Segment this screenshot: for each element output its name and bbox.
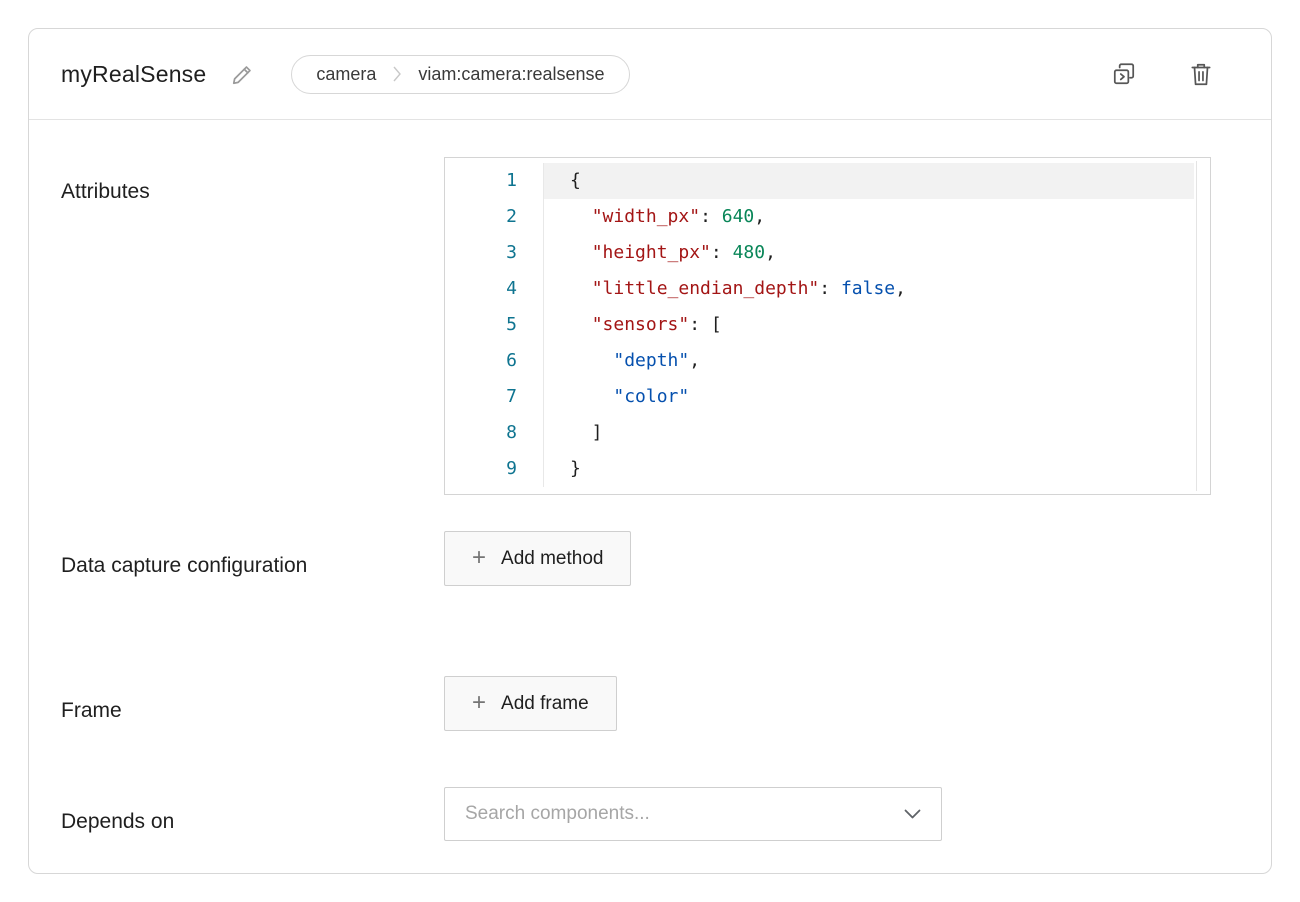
data-capture-label: Data capture configuration [61,531,444,586]
code-token [570,278,592,299]
delete-button[interactable] [1185,57,1217,91]
code-token: : [700,206,722,227]
code-token: "little_endian_depth" [592,278,820,299]
code-line[interactable]: 4 "little_endian_depth": false, [445,271,1210,307]
code-token: "sensors" [592,314,690,335]
duplicate-button[interactable] [1107,57,1141,91]
attributes-content: 1{2 "width_px": 640,3 "height_px": 480,4… [444,157,1237,495]
line-number: 8 [445,415,544,451]
code-token: 640 [722,206,755,227]
code-line-content: "depth", [544,343,1194,379]
data-capture-row: Data capture configuration + Add method [61,531,1237,586]
card-body: Attributes 1{2 "width_px": 640,3 "height… [29,120,1271,842]
chevron-down-icon [904,809,921,820]
breadcrumb-model: viam:camera:realsense [418,64,604,85]
code-line-content: "little_endian_depth": false, [544,271,1194,307]
code-token: , [689,350,700,371]
code-line[interactable]: 8 ] [445,415,1210,451]
line-number: 1 [445,163,544,199]
code-token [570,314,592,335]
frame-label: Frame [61,676,444,731]
add-frame-label: Add frame [501,693,589,715]
code-token: 480 [733,242,766,263]
code-token: { [570,170,581,191]
code-line[interactable]: 9} [445,451,1210,487]
code-line-content: "color" [544,379,1194,415]
code-token: "width_px" [592,206,700,227]
code-line[interactable]: 3 "height_px": 480, [445,235,1210,271]
attributes-code-editor[interactable]: 1{2 "width_px": 640,3 "height_px": 480,4… [444,157,1211,495]
header-actions [1107,57,1217,91]
code-token: , [754,206,765,227]
attributes-row: Attributes 1{2 "width_px": 640,3 "height… [61,157,1237,495]
code-token: : [711,242,733,263]
code-line[interactable]: 5 "sensors": [ [445,307,1210,343]
line-number: 3 [445,235,544,271]
component-title: myRealSense [61,61,206,88]
breadcrumb: camera viam:camera:realsense [291,55,629,94]
code-token: , [765,242,776,263]
code-token: "height_px" [592,242,711,263]
code-lines: 1{2 "width_px": 640,3 "height_px": 480,4… [445,163,1210,487]
code-line[interactable]: 7 "color" [445,379,1210,415]
code-line[interactable]: 1{ [445,163,1210,199]
add-frame-button[interactable]: + Add frame [444,676,617,731]
plus-icon: + [472,546,486,570]
code-token: : [ [689,314,722,335]
code-token [570,206,592,227]
data-capture-content: + Add method [444,531,1237,586]
depends-on-content: Search components... [444,787,1237,842]
code-line-content: "width_px": 640, [544,199,1194,235]
frame-content: + Add frame [444,676,1237,731]
code-token: } [570,458,581,479]
code-line[interactable]: 6 "depth", [445,343,1210,379]
select-placeholder: Search components... [465,803,650,825]
code-line-content: ] [544,415,1194,451]
code-line-content: } [544,451,1194,487]
code-token: ] [570,422,603,443]
depends-on-row: Depends on Search components... [61,787,1237,842]
card-header: myRealSense camera viam:camera:realsense [29,29,1271,120]
code-line-content: "sensors": [ [544,307,1194,343]
attributes-label: Attributes [61,157,444,495]
code-token: "depth" [613,350,689,371]
depends-on-label: Depends on [61,787,444,842]
add-method-label: Add method [501,548,603,570]
header-left: myRealSense camera viam:camera:realsense [61,55,630,94]
chevron-right-icon [392,64,402,84]
trash-icon [1189,61,1213,87]
line-number: 9 [445,451,544,487]
frame-row: Frame + Add frame [61,676,1237,731]
code-token: , [895,278,906,299]
breadcrumb-type: camera [316,64,376,85]
component-card: myRealSense camera viam:camera:realsense [28,28,1272,874]
depends-on-select[interactable]: Search components... [444,787,942,841]
code-line[interactable]: 2 "width_px": 640, [445,199,1210,235]
edit-name-button[interactable] [228,60,257,89]
code-token: false [841,278,895,299]
code-line-content: "height_px": 480, [544,235,1194,271]
line-number: 2 [445,199,544,235]
code-token [570,386,613,407]
code-token [570,350,613,371]
code-token: : [819,278,841,299]
add-method-button[interactable]: + Add method [444,531,631,586]
duplicate-icon [1111,61,1137,87]
line-number: 5 [445,307,544,343]
plus-icon: + [472,691,486,715]
line-number: 6 [445,343,544,379]
line-number: 4 [445,271,544,307]
line-number: 7 [445,379,544,415]
code-line-content: { [544,163,1194,199]
code-token: "color" [613,386,689,407]
code-token [570,242,592,263]
pencil-icon [232,64,253,85]
